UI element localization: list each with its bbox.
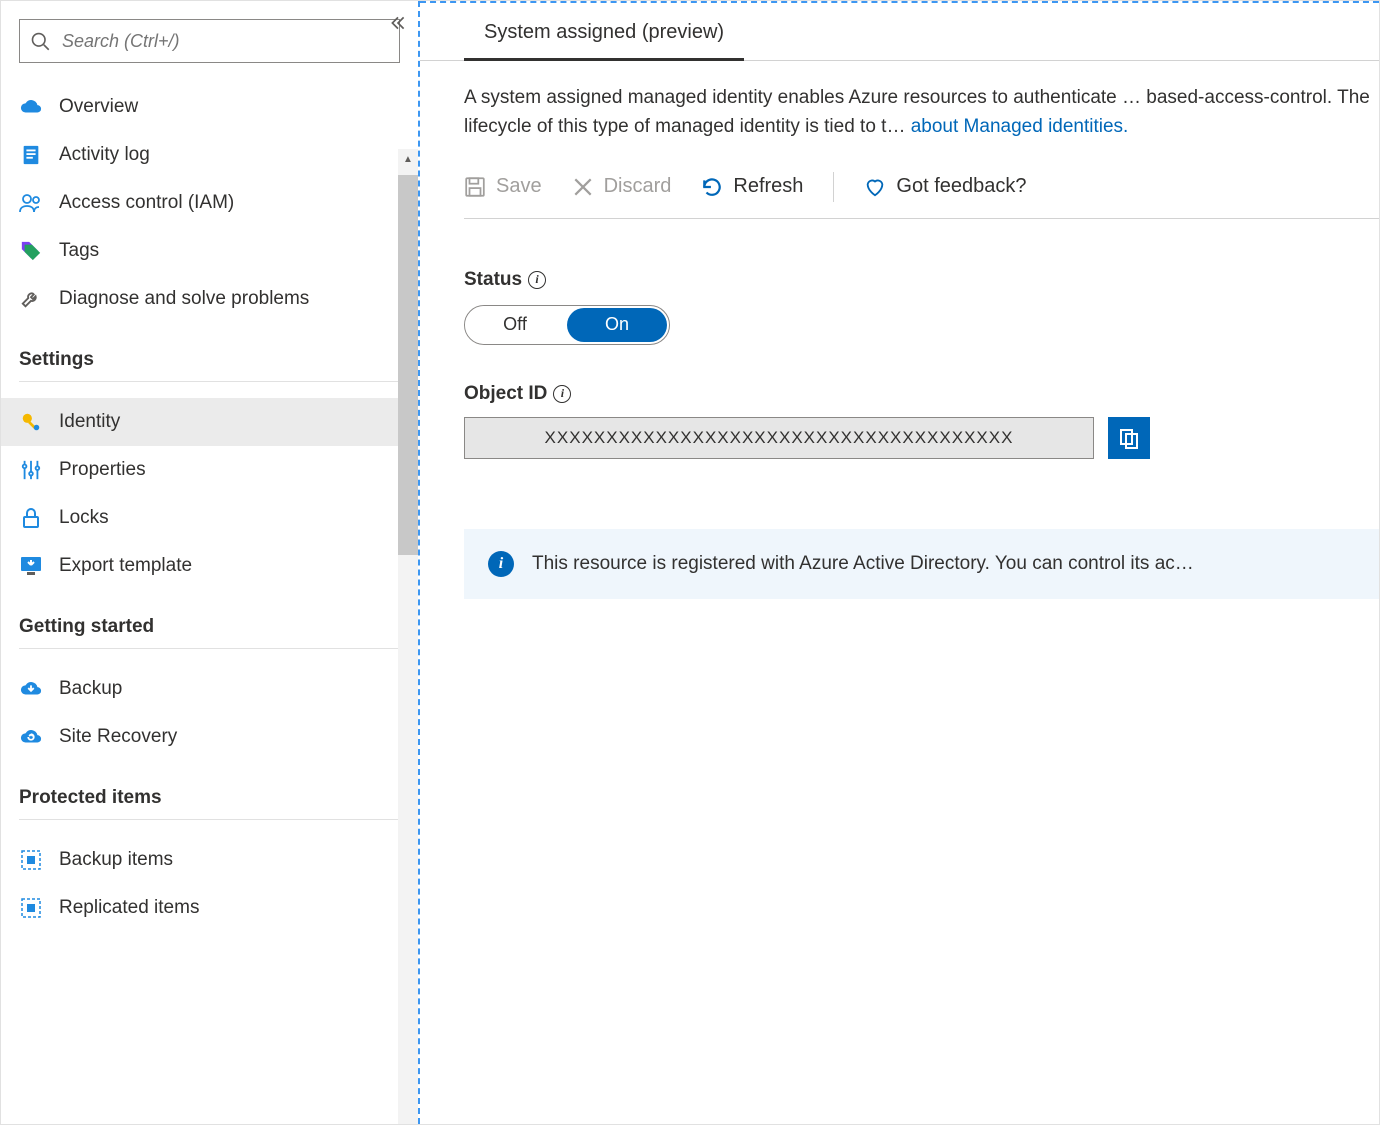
sidebar-item-label: Overview <box>59 96 138 118</box>
backup-items-icon <box>19 848 43 872</box>
wrench-icon <box>19 287 43 311</box>
heart-icon <box>864 176 886 198</box>
save-button[interactable]: Save <box>464 175 542 198</box>
info-banner: i This resource is registered with Azure… <box>464 529 1379 599</box>
section-header-settings: Settings <box>19 323 400 382</box>
search-input[interactable] <box>19 19 400 63</box>
cloud-icon <box>19 95 43 119</box>
status-label: Status <box>464 269 522 291</box>
nav-top: Overview Activity log Access control (IA… <box>1 73 418 323</box>
chevron-double-left-icon <box>389 14 407 32</box>
tab-system-assigned[interactable]: System assigned (preview) <box>464 9 744 61</box>
cloud-backup-icon <box>19 677 43 701</box>
feedback-button[interactable]: Got feedback? <box>864 175 1026 198</box>
sidebar-item-label: Backup items <box>59 849 173 871</box>
sidebar-item-identity[interactable]: Identity <box>1 398 418 446</box>
key-icon <box>19 410 43 434</box>
sidebar-item-diagnose[interactable]: Diagnose and solve problems <box>1 275 418 323</box>
sidebar-item-label: Tags <box>59 240 99 262</box>
sidebar-item-properties[interactable]: Properties <box>1 446 418 494</box>
sidebar-item-access-control[interactable]: Access control (IAM) <box>1 179 418 227</box>
object-id-field: Object ID i XXXXXXXXXXXXXXXXXXXXXXXXXXXX… <box>464 383 1379 459</box>
sidebar-item-replicated-items[interactable]: Replicated items <box>1 884 418 932</box>
sidebar-scrollbar[interactable]: ▲ <box>398 149 418 1124</box>
sliders-icon <box>19 458 43 482</box>
sidebar-item-backup-items[interactable]: Backup items <box>1 836 418 884</box>
status-on-option[interactable]: On <box>567 308 667 342</box>
refresh-icon <box>701 176 723 198</box>
toolbar: Save Discard Refresh Got feedback? <box>464 172 1379 219</box>
info-banner-text: This resource is registered with Azure A… <box>532 553 1194 575</box>
sidebar-item-label: Replicated items <box>59 897 199 919</box>
close-icon <box>572 176 594 198</box>
sidebar-item-label: Identity <box>59 411 120 433</box>
sidebar-item-export-template[interactable]: Export template <box>1 542 418 590</box>
log-icon <box>19 143 43 167</box>
export-icon <box>19 554 43 578</box>
info-icon[interactable]: i <box>553 385 571 403</box>
sidebar-item-label: Activity log <box>59 144 150 166</box>
info-icon[interactable]: i <box>528 271 546 289</box>
discard-button[interactable]: Discard <box>572 175 672 198</box>
search-icon <box>30 31 50 51</box>
sidebar-item-label: Export template <box>59 555 192 577</box>
object-id-value[interactable]: XXXXXXXXXXXXXXXXXXXXXXXXXXXXXXXXXXXXXX <box>464 417 1094 459</box>
cloud-recovery-icon <box>19 725 43 749</box>
sidebar-item-label: Access control (IAM) <box>59 192 234 214</box>
sidebar-item-backup[interactable]: Backup <box>1 665 418 713</box>
tabs-bar: System assigned (preview) <box>420 9 1379 61</box>
refresh-button[interactable]: Refresh <box>701 175 803 198</box>
section-header-protected-items: Protected items <box>19 761 400 820</box>
copy-button[interactable] <box>1108 417 1150 459</box>
sidebar-item-locks[interactable]: Locks <box>1 494 418 542</box>
collapse-sidebar-button[interactable] <box>386 11 410 35</box>
sidebar-item-overview[interactable]: Overview <box>1 83 418 131</box>
learn-more-link[interactable]: about Managed identities. <box>911 116 1129 137</box>
info-badge-icon: i <box>488 551 514 577</box>
sidebar-item-label: Locks <box>59 507 109 529</box>
sidebar-item-label: Diagnose and solve problems <box>59 288 309 310</box>
toolbar-divider <box>833 172 834 202</box>
status-off-option[interactable]: Off <box>465 306 565 344</box>
search-field[interactable] <box>60 30 389 53</box>
sidebar: Overview Activity log Access control (IA… <box>1 1 420 1124</box>
identity-description: A system assigned managed identity enabl… <box>464 83 1379 142</box>
sidebar-item-label: Properties <box>59 459 146 481</box>
object-id-label: Object ID <box>464 383 547 405</box>
sidebar-item-label: Site Recovery <box>59 726 177 748</box>
people-icon <box>19 191 43 215</box>
sidebar-item-site-recovery[interactable]: Site Recovery <box>1 713 418 761</box>
status-field: Status i Off On <box>464 269 1379 345</box>
save-icon <box>464 176 486 198</box>
sidebar-item-label: Backup <box>59 678 122 700</box>
copy-icon <box>1118 427 1140 449</box>
lock-icon <box>19 506 43 530</box>
sidebar-item-tags[interactable]: Tags <box>1 227 418 275</box>
replicated-items-icon <box>19 896 43 920</box>
tags-icon <box>19 239 43 263</box>
main-panel: System assigned (preview) A system assig… <box>420 1 1379 1124</box>
section-header-getting-started: Getting started <box>19 590 400 649</box>
status-toggle[interactable]: Off On <box>464 305 670 345</box>
sidebar-item-activity-log[interactable]: Activity log <box>1 131 418 179</box>
